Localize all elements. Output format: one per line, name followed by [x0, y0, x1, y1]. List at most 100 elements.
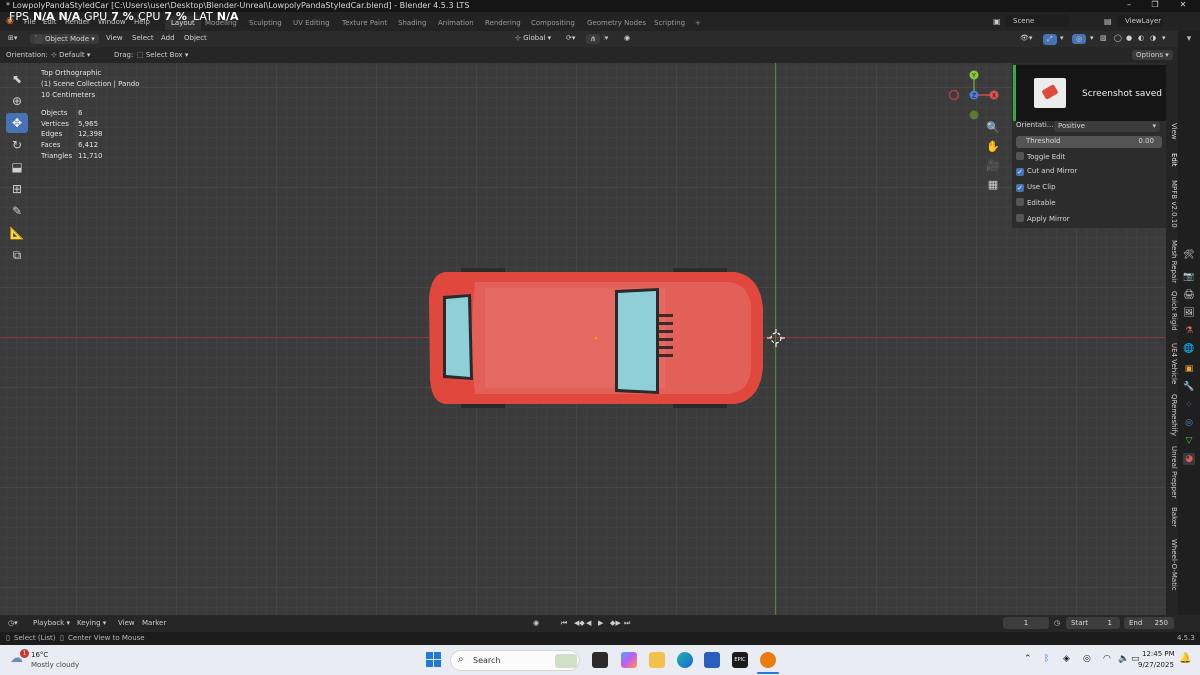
physics-properties-icon[interactable]: ◎: [1183, 417, 1195, 429]
start-frame-field[interactable]: Start 1: [1066, 617, 1120, 629]
tab-compositing[interactable]: Compositing: [525, 16, 581, 30]
edge-browser-icon[interactable]: [677, 652, 693, 668]
material-properties-icon[interactable]: ◕: [1183, 453, 1195, 465]
snap-target-icon[interactable]: ⫶▾: [603, 34, 608, 43]
store-icon[interactable]: [704, 652, 720, 668]
scene-properties-icon[interactable]: ⚗: [1183, 325, 1195, 337]
particles-properties-icon[interactable]: ⁘: [1183, 399, 1195, 411]
overlays-toggle-icon[interactable]: ◎: [1072, 34, 1087, 44]
perspective-grid-icon[interactable]: ▦: [984, 178, 1002, 194]
view-layer-selector[interactable]: ViewLayer: [1117, 15, 1163, 27]
visibility-icon[interactable]: 👁▾: [1020, 34, 1032, 42]
tab-rendering[interactable]: Rendering: [479, 16, 527, 30]
windows-start-icon[interactable]: [426, 652, 442, 668]
drag-dropdown[interactable]: ⬚ Select Box ▾: [137, 51, 188, 59]
rotate-tool-icon[interactable]: ↻: [6, 135, 28, 155]
output-properties-icon[interactable]: 🖨: [1183, 289, 1195, 301]
pan-hand-icon[interactable]: ✋: [984, 140, 1002, 156]
playback-menu[interactable]: Playback ▾: [33, 619, 70, 627]
measure-tool-icon[interactable]: 📐: [6, 223, 28, 243]
use-clip-checkbox[interactable]: ✓ Use Clip: [1016, 183, 1162, 195]
annotate-tool-icon[interactable]: ✎: [6, 201, 28, 221]
task-view-icon[interactable]: [592, 652, 608, 668]
add-cube-tool-icon[interactable]: ⧉: [6, 245, 28, 265]
pivot-icon[interactable]: ⟳▾: [566, 34, 575, 42]
sidebar-tab-qremeshify[interactable]: QRemeshify: [1166, 394, 1178, 436]
sidebar-tab-mpfb[interactable]: MPFB v2.0.10: [1166, 180, 1178, 228]
bluetooth-icon[interactable]: ᛒ: [1044, 654, 1049, 664]
gizmo-toggle-icon[interactable]: ⤢: [1043, 34, 1057, 45]
apply-mirror-checkbox[interactable]: Apply Mirror: [1016, 214, 1162, 226]
volume-icon[interactable]: 🔈: [1118, 654, 1129, 664]
tray-chevron-icon[interactable]: ⌃: [1024, 654, 1032, 664]
menu-view[interactable]: View: [106, 34, 123, 42]
sidebar-tab-view[interactable]: View: [1166, 123, 1178, 140]
clock-time[interactable]: 12:45 PM: [1142, 650, 1175, 658]
minimize-button[interactable]: –: [1116, 0, 1142, 12]
editor-type-icon[interactable]: ⊞▾: [8, 34, 17, 42]
sidebar-tab-ue4-vehicle[interactable]: UE4 Vehicle: [1166, 343, 1178, 384]
move-tool-icon[interactable]: ✥: [6, 113, 28, 133]
tray-sync-icon[interactable]: ◎: [1083, 654, 1091, 664]
zoom-icon[interactable]: 🔍: [984, 121, 1002, 137]
play-reverse-icon[interactable]: ◀: [586, 619, 591, 627]
copilot-icon[interactable]: [621, 652, 637, 668]
jump-start-icon[interactable]: ⏮: [561, 619, 567, 628]
play-icon[interactable]: ▶: [598, 619, 603, 627]
keying-menu[interactable]: Keying ▾: [77, 619, 106, 627]
preview-range-icon[interactable]: ◷: [1054, 619, 1060, 627]
notifications-bell-icon[interactable]: 🔔: [1179, 653, 1191, 664]
sidebar-tab-quick-rigid[interactable]: Quick Rigid: [1166, 291, 1178, 331]
object-properties-icon[interactable]: ▣: [1183, 363, 1195, 375]
threshold-field[interactable]: Threshold 0.00: [1016, 136, 1162, 148]
overlays-dropdown-icon[interactable]: ▾: [1090, 34, 1094, 42]
auto-keying-icon[interactable]: ◉: [533, 619, 539, 627]
tray-app-icon[interactable]: ◈: [1063, 654, 1070, 664]
shading-dropdown-icon[interactable]: ▾: [1162, 34, 1166, 42]
sidebar-tab-unreal-prepper[interactable]: Unreal Prepper: [1166, 446, 1178, 498]
end-frame-field[interactable]: End 250: [1124, 617, 1174, 629]
world-properties-icon[interactable]: 🌐: [1183, 343, 1195, 355]
tab-uv-editing[interactable]: UV Editing: [287, 16, 336, 30]
jump-end-icon[interactable]: ⏭: [624, 619, 630, 628]
options-dropdown[interactable]: Options ▾: [1132, 50, 1173, 60]
epic-games-icon[interactable]: EPIC: [732, 652, 748, 668]
file-explorer-icon[interactable]: [649, 652, 665, 668]
wireframe-shading-icon[interactable]: ◯: [1114, 34, 1122, 42]
proportional-edit-icon[interactable]: ◉: [624, 34, 630, 42]
toggle-edit-checkbox[interactable]: Toggle Edit: [1016, 152, 1162, 164]
properties-menu-icon[interactable]: ▾: [1183, 33, 1195, 45]
material-shading-icon[interactable]: ◐: [1138, 34, 1144, 42]
orientation-field-dropdown[interactable]: Positive ▾: [1054, 121, 1160, 132]
jump-keyframe-back-icon[interactable]: ◀◆: [574, 619, 585, 627]
data-properties-icon[interactable]: ▽: [1183, 435, 1195, 447]
timeline-view-menu[interactable]: View: [118, 619, 135, 627]
clock-date[interactable]: 9/27/2025: [1138, 661, 1174, 669]
render-properties-icon[interactable]: 📷: [1183, 271, 1195, 283]
neg-y-axis-handle[interactable]: [969, 110, 979, 120]
sidebar-tab-baker[interactable]: Baker: [1166, 507, 1178, 527]
car-model[interactable]: [425, 268, 770, 408]
menu-select[interactable]: Select: [132, 34, 154, 42]
gizmo-dropdown-icon[interactable]: ▾: [1060, 34, 1064, 42]
cursor-tool-icon[interactable]: ⊕: [6, 91, 28, 111]
tab-geometry-nodes[interactable]: Geometry Nodes: [581, 16, 652, 30]
sidebar-tab-wheel-o-matic[interactable]: Wheel-O-Matic: [1166, 539, 1178, 591]
scale-tool-icon[interactable]: ⬓: [6, 157, 28, 177]
current-frame-field[interactable]: 1: [1003, 617, 1049, 629]
tab-animation[interactable]: Animation: [432, 16, 480, 30]
xray-icon[interactable]: ▨: [1100, 34, 1107, 42]
editable-checkbox[interactable]: Editable: [1016, 198, 1162, 210]
solid-shading-icon[interactable]: ●: [1126, 34, 1132, 42]
snap-icon[interactable]: ⋔: [586, 34, 600, 44]
menu-add[interactable]: Add: [161, 34, 175, 42]
navigation-gizmo[interactable]: Y Z X: [948, 69, 1000, 121]
camera-view-icon[interactable]: 🎥: [984, 159, 1002, 175]
neg-x-axis-handle[interactable]: [948, 89, 960, 101]
menu-object[interactable]: Object: [184, 34, 207, 42]
rendered-shading-icon[interactable]: ◑: [1150, 34, 1156, 42]
add-workspace-button[interactable]: +: [689, 16, 707, 30]
close-button[interactable]: ✕: [1170, 0, 1196, 12]
maximize-button[interactable]: ❐: [1142, 0, 1168, 12]
cut-and-mirror-checkbox[interactable]: ✓ Cut and Mirror: [1016, 167, 1162, 179]
